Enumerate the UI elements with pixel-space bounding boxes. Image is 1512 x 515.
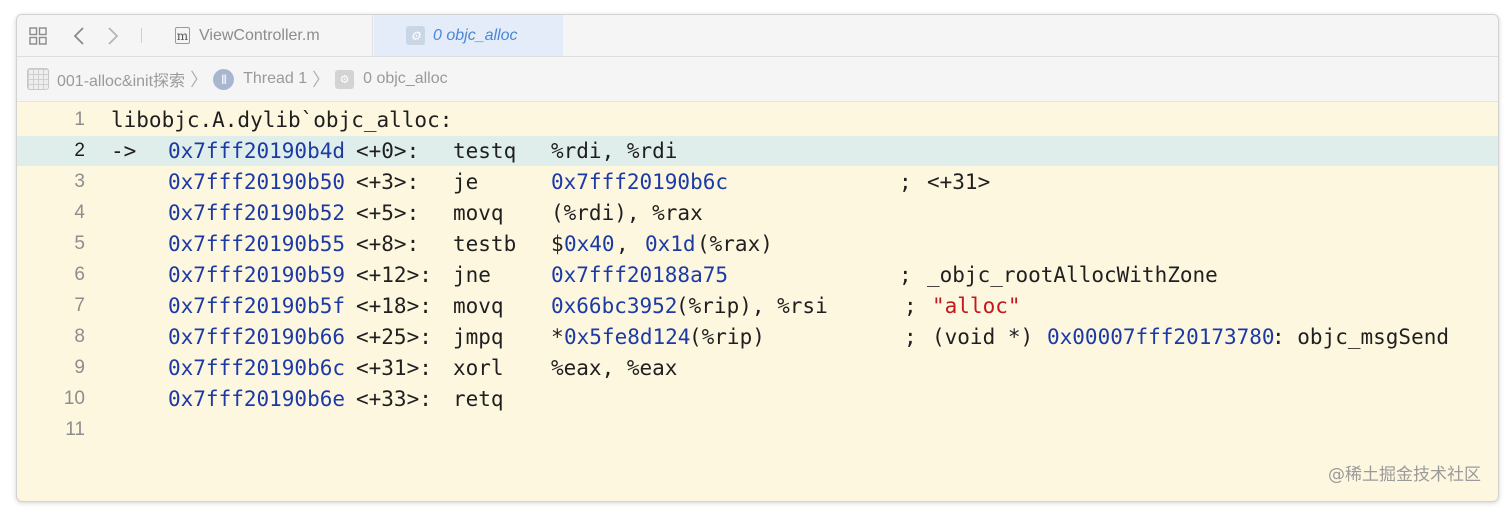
project-icon [27, 68, 49, 90]
code-line: 7 0x7fff20190b5f <+18>: movq 0x66bc3952 … [17, 291, 1498, 321]
operand: %eax, %eax [551, 356, 678, 380]
offset: <+5>: [356, 201, 420, 225]
offset: <+12>: [356, 263, 432, 287]
tab-label: 0 objc_alloc [433, 26, 518, 44]
gear-icon: ⚙ [406, 26, 425, 45]
code-line: 1 libobjc.A.dylib`objc_alloc: [17, 105, 1498, 135]
offset: <+0>: [356, 139, 420, 163]
offset: <+31>: [356, 356, 432, 380]
line-number[interactable]: 11 [65, 420, 85, 440]
code-line: 3 0x7fff20190b50 <+3>: je 0x7fff20190b6c… [17, 167, 1498, 197]
chevron-right-icon: 〉 [312, 70, 331, 90]
breadcrumb-project[interactable]: 001-alloc&init探索 [57, 67, 185, 91]
toolbar-divider [141, 28, 142, 43]
code-line-current: 2 -> 0x7fff20190b4d <+0>: testq %rdi, %r… [17, 136, 1498, 166]
address: 0x7fff20190b6c [168, 356, 346, 380]
thread-icon: ||| [213, 68, 235, 90]
line-number[interactable]: 3 [74, 172, 85, 192]
address: 0x7fff20190b66 [168, 325, 346, 349]
frame-icon: ⚙ [335, 69, 355, 89]
comment: _objc_rootAllocWithZone [927, 263, 1218, 287]
opcode: movq [453, 201, 504, 225]
operand: %rdi, %rdi [551, 139, 678, 163]
code-line: 6 0x7fff20190b59 <+12>: jne 0x7fff20188a… [17, 260, 1498, 290]
line-number[interactable]: 2 [74, 141, 85, 161]
comment-marker: ; [899, 263, 912, 287]
tab-objc-alloc[interactable]: ⚙ 0 objc_alloc [374, 15, 563, 56]
back-icon[interactable] [69, 15, 89, 56]
line-number[interactable]: 9 [74, 358, 85, 378]
address: 0x7fff20190b4d [168, 139, 346, 163]
code-line: 11 [17, 415, 1498, 445]
comment-marker: ; [904, 325, 917, 349]
breadcrumb-frame[interactable]: 0 objc_alloc [363, 70, 448, 88]
code-line: 5 0x7fff20190b55 <+8>: testb $ 0x40 , 0x… [17, 229, 1498, 259]
opcode: xorl [453, 356, 504, 380]
comment: <+31> [927, 170, 991, 194]
offset: <+18>: [356, 294, 432, 318]
line-number[interactable]: 5 [74, 234, 85, 254]
line-number[interactable]: 7 [74, 296, 85, 316]
operand: 0x7fff20190b6c [551, 170, 729, 194]
comment-marker: ; [899, 170, 912, 194]
code-line: 4 0x7fff20190b52 <+5>: movq (%rdi), %rax [17, 198, 1498, 228]
comment-cast: (void *) [932, 325, 1034, 349]
disassembly-editor[interactable]: 1 libobjc.A.dylib`objc_alloc: 2 -> 0x7ff… [17, 103, 1498, 501]
watermark: @稀土掘金技术社区 [1328, 465, 1481, 485]
offset: <+3>: [356, 170, 420, 194]
xcode-window: m ViewController.m ⚙ 0 objc_alloc 001-al… [16, 14, 1499, 502]
operand-offset: 0x1d [645, 232, 696, 256]
operand: 0x7fff20188a75 [551, 263, 729, 287]
operand-register: (%rax) [697, 232, 773, 256]
operand-comma: , [616, 232, 629, 256]
grid-icon[interactable] [23, 15, 53, 56]
offset: <+33>: [356, 387, 432, 411]
opcode: testb [453, 232, 517, 256]
code-line: 8 0x7fff20190b66 <+25>: jmpq * 0x5fe8d12… [17, 322, 1498, 352]
comment-string: "alloc" [932, 294, 1021, 318]
tab-label: ViewController.m [199, 26, 320, 44]
code-line: 9 0x7fff20190b6c <+31>: xorl %eax, %eax [17, 353, 1498, 383]
address: 0x7fff20190b55 [168, 232, 346, 256]
address: 0x7fff20190b6e [168, 387, 346, 411]
opcode: jne [453, 263, 491, 287]
address: 0x7fff20190b5f [168, 294, 346, 318]
offset: <+8>: [356, 232, 420, 256]
comment-marker: ; [904, 294, 917, 318]
line-number[interactable]: 8 [74, 327, 85, 347]
line-number[interactable]: 6 [74, 265, 85, 285]
comment-symbol: : objc_msgSend [1272, 325, 1450, 349]
function-header: libobjc.A.dylib`objc_alloc: [111, 108, 453, 132]
breadcrumb-thread[interactable]: Thread 1 [243, 70, 307, 88]
address: 0x7fff20190b50 [168, 170, 346, 194]
comment-address: 0x00007fff20173780 [1047, 325, 1275, 349]
operand: (%rdi), %rax [551, 201, 703, 225]
line-number[interactable]: 10 [64, 389, 85, 409]
opcode: movq [453, 294, 504, 318]
operand-register: (%rip), %rsi [676, 294, 828, 318]
tab-viewcontroller[interactable]: m ViewController.m [159, 15, 373, 56]
chevron-right-icon: 〉 [190, 70, 209, 90]
offset: <+25>: [356, 325, 432, 349]
address: 0x7fff20190b59 [168, 263, 346, 287]
operand-register: (%rip) [689, 325, 765, 349]
tab-bar: m ViewController.m ⚙ 0 objc_alloc [17, 15, 1498, 57]
opcode: testq [453, 139, 517, 163]
breadcrumb: 001-alloc&init探索 〉 ||| Thread 1 〉 ⚙ 0 ob… [17, 57, 1498, 102]
line-number[interactable]: 1 [74, 110, 85, 130]
code-line: 10 0x7fff20190b6e <+33>: retq [17, 384, 1498, 414]
operand: 0x66bc3952 [551, 294, 678, 318]
operand: $ [551, 232, 564, 256]
line-number[interactable]: 4 [74, 203, 85, 223]
opcode: retq [453, 387, 504, 411]
operand-deref: * [551, 325, 564, 349]
operand: 0x5fe8d124 [564, 325, 691, 349]
forward-icon[interactable] [103, 15, 123, 56]
opcode: jmpq [453, 325, 504, 349]
opcode: je [453, 170, 479, 194]
address: 0x7fff20190b52 [168, 201, 346, 225]
file-m-icon: m [175, 27, 190, 44]
pc-arrow: -> [111, 139, 137, 163]
operand-immediate: 0x40 [564, 232, 615, 256]
